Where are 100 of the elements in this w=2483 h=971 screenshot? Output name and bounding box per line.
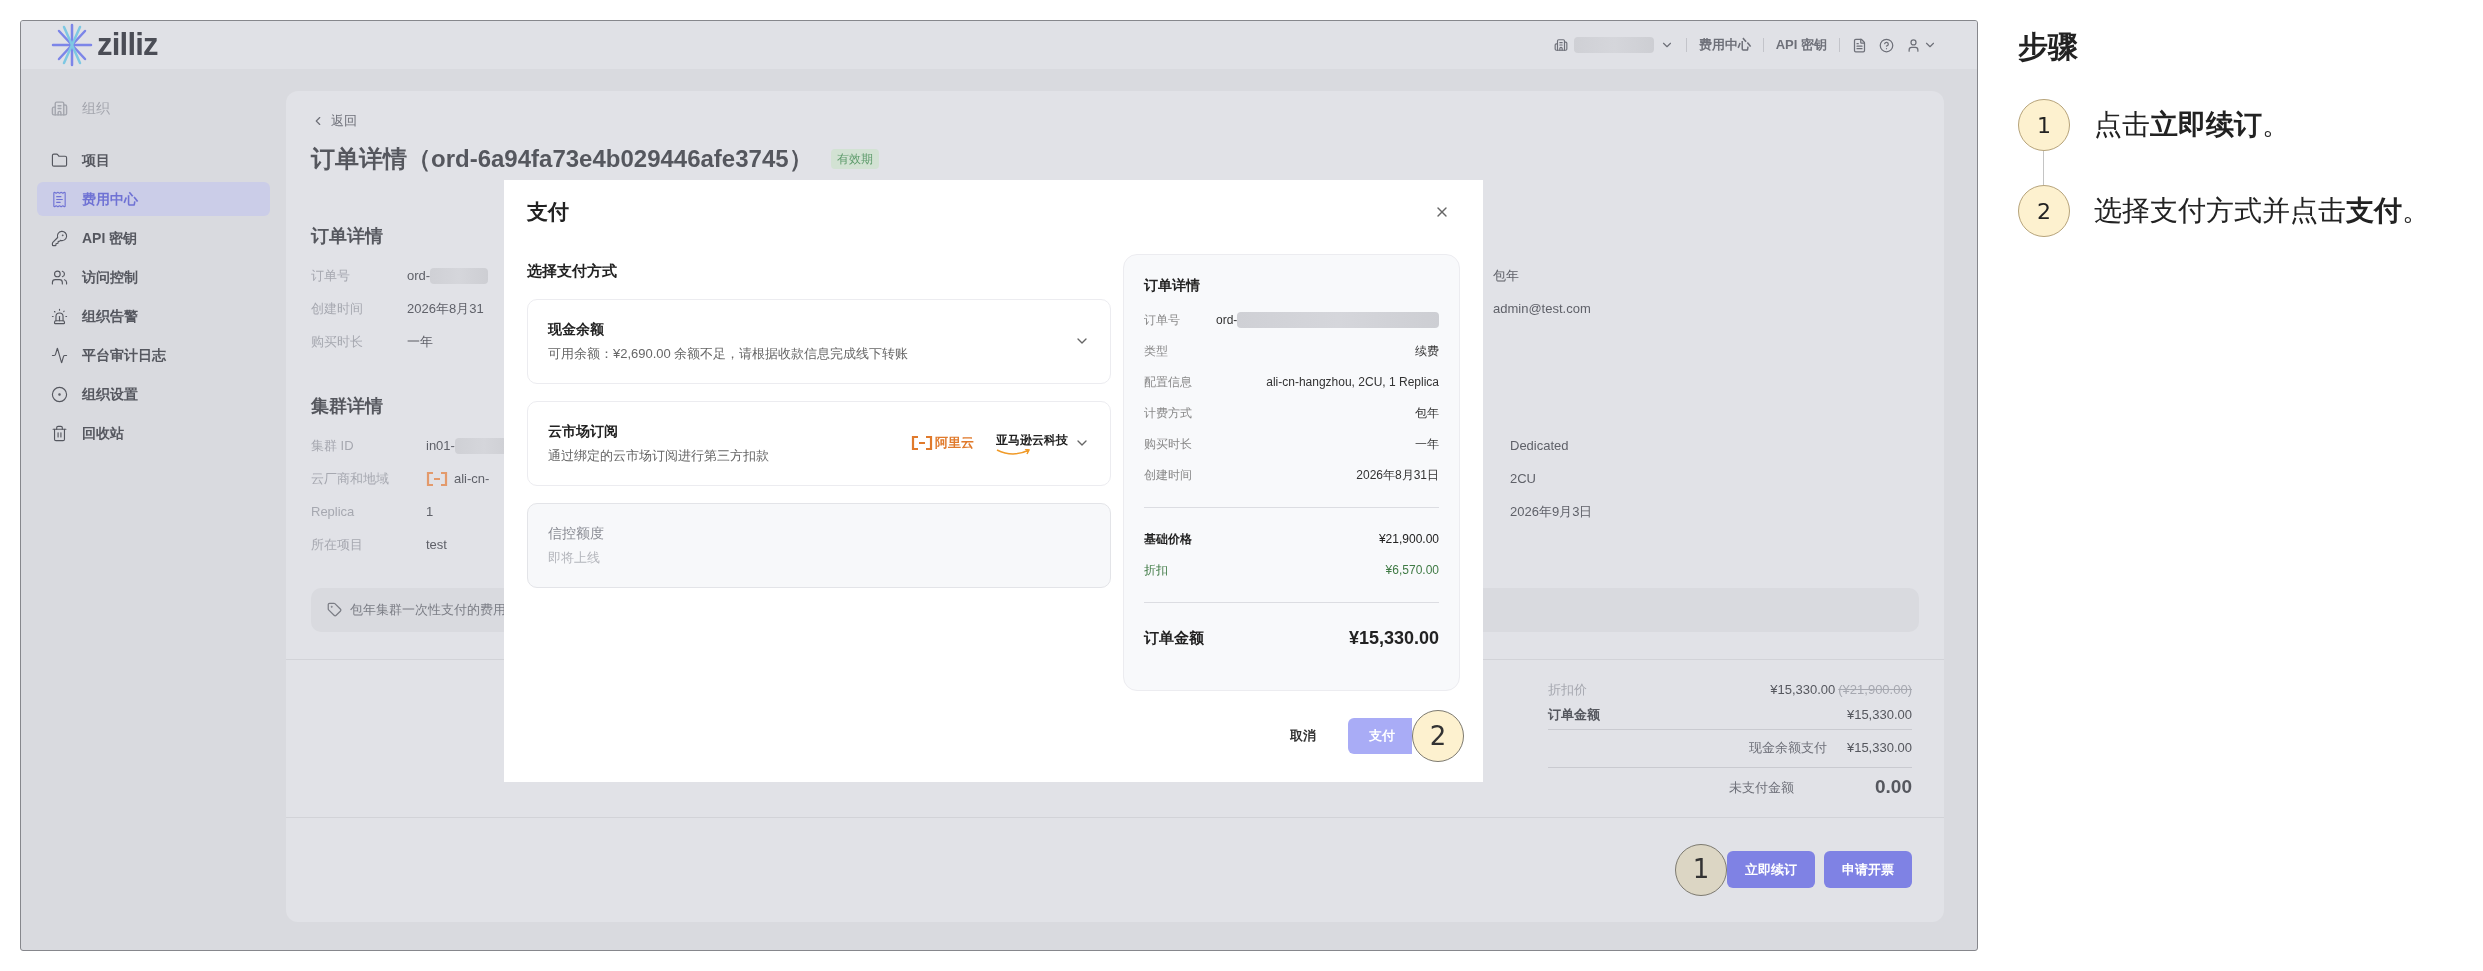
summary-value: 包年 xyxy=(1415,404,1439,422)
option-description: 即将上线 xyxy=(548,548,601,567)
status-badge: 有效期 xyxy=(830,148,879,169)
building-icon xyxy=(1553,38,1568,52)
original-price: (¥21,900.00) xyxy=(1838,680,1912,699)
user-icon xyxy=(1906,37,1921,53)
sidebar-item[interactable]: 平台审计日志 xyxy=(37,338,270,372)
field-value: 1 xyxy=(426,503,434,522)
field-value: admin@test.com xyxy=(1493,300,1591,319)
action-button[interactable]: 立即续订 xyxy=(1727,851,1815,889)
sidebar-item[interactable]: 项目 xyxy=(37,143,270,177)
price-label: 折扣 xyxy=(1144,561,1168,579)
step-text: 选择支付方式并点击支付。 xyxy=(2094,194,2430,228)
step-marker: 1 xyxy=(1675,843,1727,896)
provider-name: 亚马逊云科技 xyxy=(996,431,1068,449)
pulse-icon xyxy=(51,346,68,364)
summary-label: 订单号 xyxy=(1144,311,1181,329)
summary-label: 类型 xyxy=(1144,342,1169,360)
provider-name: 阿里云 xyxy=(935,434,974,453)
option-title: 云市场订阅 xyxy=(548,421,619,441)
summary-value: ¥15,330.00 xyxy=(1846,706,1912,725)
summary-label: 现金余额支付 xyxy=(1748,739,1827,758)
steps-heading: 步骤 xyxy=(2018,29,2079,65)
price-label: 基础价格 xyxy=(1144,530,1192,548)
section-heading: 集群详情 xyxy=(311,394,383,418)
field-value: 2026年8月31 xyxy=(407,300,484,319)
field-label: 所在项目 xyxy=(311,536,364,555)
field-value: 一年 xyxy=(407,333,433,352)
building-icon xyxy=(51,99,68,117)
field-label: 订单号 xyxy=(311,267,351,286)
top-link[interactable]: API 密钥 xyxy=(1775,35,1827,55)
step-number: 1 xyxy=(2018,99,2070,151)
field-value: ali-cn- xyxy=(454,470,490,489)
price-value: ¥21,900.00 xyxy=(1378,530,1439,548)
cancel-button[interactable]: 取消 xyxy=(1282,726,1324,746)
section-label: 选择支付方式 xyxy=(527,261,618,281)
summary-value: 2026年8月31日 xyxy=(1356,466,1439,484)
sidebar-item[interactable]: 费用中心 xyxy=(37,182,270,216)
back-link[interactable]: 返回 xyxy=(311,111,357,131)
field-label: 创建时间 xyxy=(311,300,364,319)
sidebar-item[interactable]: 组织告警 xyxy=(37,299,270,333)
dialog-title: 支付 xyxy=(527,199,569,226)
top-link[interactable]: 费用中心 xyxy=(1698,35,1751,55)
summary-value: ali-cn-hangzhou, 2CU, 1 Replica xyxy=(1266,373,1439,391)
sidebar-item[interactable]: API 密钥 xyxy=(37,221,270,255)
sidebar-item[interactable]: 回收站 xyxy=(37,416,270,450)
summary-value: 续费 xyxy=(1415,342,1439,360)
field-value: Dedicated xyxy=(1510,437,1569,456)
section-heading: 订单详情 xyxy=(311,224,383,248)
summary-label: 订单金额 xyxy=(1548,706,1600,725)
organization-selector[interactable] xyxy=(1553,37,1674,53)
option-title: 现金余额 xyxy=(548,319,605,339)
folder-icon xyxy=(51,151,68,169)
summary-label: 计费方式 xyxy=(1144,404,1193,422)
summary-value: ¥15,330.00 xyxy=(1846,739,1912,758)
step-number: 2 xyxy=(2018,185,2070,237)
page-title: 订单详情（ord-6a94fa73e4b029446afe3745） xyxy=(311,143,813,174)
summary-label: 未支付金额 xyxy=(1729,778,1795,797)
price-value: ¥6,570.00 xyxy=(1385,561,1439,579)
settings-icon xyxy=(51,385,68,403)
field-value: 2CU xyxy=(1510,470,1536,489)
option-description: 通过绑定的云市场订阅进行第三方扣款 xyxy=(548,446,770,465)
payment-option[interactable]: 现金余额 可用余额：¥2,690.00 余额不足，请根据收款信息完成线下转账 xyxy=(527,298,1111,384)
summary-value: ¥15,330.00 xyxy=(1770,680,1836,699)
field-label: 云厂商和地域 xyxy=(311,470,390,489)
smile-arrow-icon xyxy=(996,448,1032,456)
users-icon xyxy=(51,268,68,286)
payment-option[interactable]: 云市场订阅 通过绑定的云市场订阅进行第三方扣款 阿里云 亚马逊云科技 xyxy=(527,400,1111,486)
tag-icon xyxy=(327,602,342,617)
option-description: 可用余额：¥2,690.00 余额不足，请根据收款信息完成线下转账 xyxy=(548,344,910,363)
bracket-logo-icon xyxy=(911,436,933,450)
key-icon xyxy=(51,229,68,247)
user-menu[interactable] xyxy=(1906,37,1937,53)
step-text: 点击立即续订。 xyxy=(2094,108,2290,142)
summary-label: 创建时间 xyxy=(1144,466,1193,484)
field-label: 购买时长 xyxy=(311,333,364,352)
field-value: in01- xyxy=(426,437,455,456)
document-icon[interactable] xyxy=(1852,37,1867,53)
logo-icon xyxy=(51,22,93,68)
logo-text: zilliz xyxy=(97,25,158,64)
sidebar-item[interactable]: 访问控制 xyxy=(37,260,270,294)
sidebar-item[interactable]: 组织设置 xyxy=(37,377,270,411)
field-value: ord- xyxy=(407,267,431,286)
step-marker: 2 xyxy=(1412,710,1464,762)
summary-value: ord- xyxy=(1216,311,1238,329)
field-value: 2026年9月3日 xyxy=(1510,503,1593,522)
total-value: ¥15,330.00 xyxy=(1348,627,1439,650)
receipt-icon xyxy=(51,190,68,208)
field-value: test xyxy=(426,536,447,555)
siren-icon xyxy=(51,307,68,325)
help-icon[interactable] xyxy=(1879,37,1894,53)
field-label: 集群 ID xyxy=(311,437,355,456)
total-label: 订单金额 xyxy=(1144,628,1204,649)
summary-label: 配置信息 xyxy=(1144,373,1193,391)
trash-icon xyxy=(51,424,68,442)
summary-value: 一年 xyxy=(1415,435,1439,453)
summary-heading: 订单详情 xyxy=(1144,276,1201,295)
action-button[interactable]: 申请开票 xyxy=(1824,851,1912,889)
field-value: 包年 xyxy=(1493,267,1519,286)
option-title: 信控额度 xyxy=(548,523,605,543)
